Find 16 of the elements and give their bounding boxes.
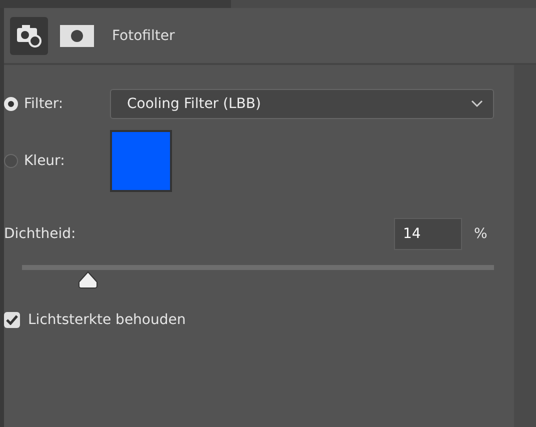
option-label: Filter:	[24, 96, 64, 112]
checkbox[interactable]	[4, 312, 20, 328]
mask-icon	[60, 24, 94, 46]
chevron-down-icon	[471, 100, 483, 108]
radio-button[interactable]	[4, 154, 18, 168]
filter-dropdown[interactable]: Cooling Filter (LBB)	[110, 89, 494, 119]
unit-label: %	[474, 226, 488, 242]
panel-tab[interactable]	[10, 16, 48, 54]
panel-title: Fotofilter	[112, 28, 175, 44]
density-label: Dichtheid:	[4, 226, 77, 242]
checkbox-label: Lichtsterkte behouden	[28, 312, 186, 328]
color-swatch[interactable]	[110, 130, 172, 192]
camera-icon	[16, 24, 42, 48]
slider-thumb[interactable]	[77, 271, 100, 289]
option-label: Kleur:	[24, 153, 66, 169]
density-input[interactable]: 14	[394, 218, 462, 250]
